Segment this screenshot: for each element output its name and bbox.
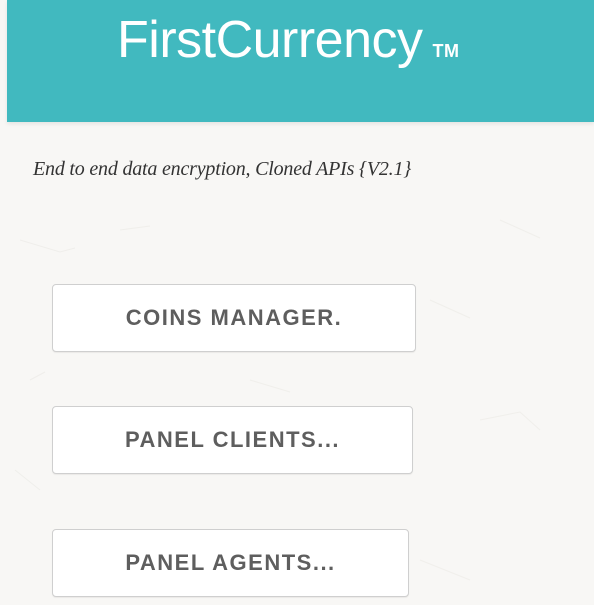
tagline: End to end data encryption, Cloned APIs …: [33, 158, 412, 180]
panel-clients-button[interactable]: PANEL CLIENTS...: [52, 406, 413, 474]
coins-manager-button[interactable]: COINS MANAGER.: [52, 284, 416, 352]
panel-agents-button[interactable]: PANEL AGENTS...: [52, 529, 409, 597]
app-header: FirstCurrency TM: [7, 0, 594, 122]
brand-logo: FirstCurrency TM: [117, 14, 460, 66]
brand-name: FirstCurrency: [117, 11, 423, 69]
trademark-symbol: TM: [432, 41, 460, 61]
